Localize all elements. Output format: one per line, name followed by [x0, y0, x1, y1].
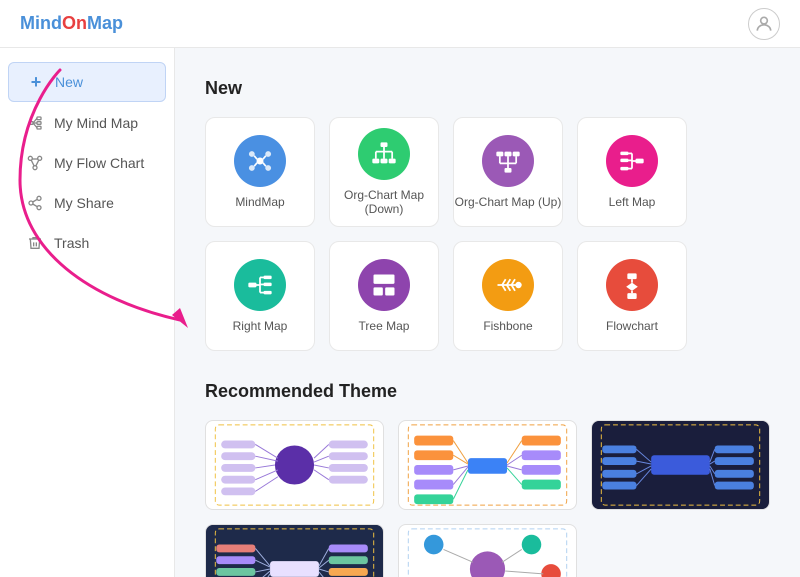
map-card-org-chart-down[interactable]: Org-Chart Map (Down) — [329, 117, 439, 227]
sidebar-item-my-share-label: My Share — [54, 195, 114, 211]
fishbone-label: Fishbone — [483, 319, 532, 333]
flow-chart-icon — [26, 154, 44, 172]
mindmap-icon — [26, 114, 44, 132]
sidebar-item-my-flow-chart-label: My Flow Chart — [54, 155, 144, 171]
logo-mind: Mind — [20, 13, 62, 34]
theme-card-3[interactable] — [591, 420, 770, 510]
recommended-theme-grid — [205, 420, 770, 577]
sidebar-item-my-flow-chart[interactable]: My Flow Chart — [8, 144, 166, 182]
sidebar-item-new-label: New — [55, 74, 83, 90]
theme-card-5[interactable] — [398, 524, 577, 577]
tree-map-icon — [358, 259, 410, 311]
logo-on: On — [62, 13, 87, 34]
fishbone-icon — [482, 259, 534, 311]
map-card-right-map[interactable]: Right Map — [205, 241, 315, 351]
theme-diagram-5 — [399, 525, 576, 577]
sidebar-item-new[interactable]: + New — [8, 62, 166, 102]
map-card-tree-map[interactable]: Tree Map — [329, 241, 439, 351]
map-card-org-chart-up[interactable]: Org-Chart Map (Up) — [453, 117, 563, 227]
org-chart-up-icon — [482, 135, 534, 187]
sidebar-item-trash[interactable]: Trash — [8, 224, 166, 262]
plus-icon: + — [27, 73, 45, 91]
logo[interactable]: MindOnMap — [20, 13, 123, 34]
map-card-mindmap[interactable]: MindMap — [205, 117, 315, 227]
map-type-grid: MindMap Org-C — [205, 117, 770, 351]
main-content: New MindM — [175, 48, 800, 577]
map-card-flowchart[interactable]: Flowchart — [577, 241, 687, 351]
right-map-icon — [234, 259, 286, 311]
recommended-section-title: Recommended Theme — [205, 381, 770, 402]
mindmap-card-label: MindMap — [235, 195, 284, 209]
map-card-left-map[interactable]: Left Map — [577, 117, 687, 227]
layout: + New My Mind Map — [0, 48, 800, 577]
logo-map: Map — [87, 13, 123, 34]
left-map-icon — [606, 135, 658, 187]
sidebar: + New My Mind Map — [0, 48, 175, 577]
sidebar-item-my-mind-map-label: My Mind Map — [54, 115, 138, 131]
org-chart-up-label: Org-Chart Map (Up) — [455, 195, 562, 209]
flowchart-icon — [606, 259, 658, 311]
org-chart-down-icon — [358, 128, 410, 180]
sidebar-item-trash-label: Trash — [54, 235, 89, 251]
org-chart-down-label: Org-Chart Map (Down) — [344, 188, 424, 216]
sidebar-item-my-share[interactable]: My Share — [8, 184, 166, 222]
theme-diagram-1 — [206, 421, 383, 509]
trash-icon — [26, 234, 44, 252]
theme-card-4[interactable] — [205, 524, 384, 577]
sidebar-item-my-mind-map[interactable]: My Mind Map — [8, 104, 166, 142]
user-avatar[interactable] — [748, 8, 780, 40]
flowchart-label: Flowchart — [606, 319, 658, 333]
theme-card-2[interactable] — [398, 420, 577, 510]
theme-diagram-3 — [592, 421, 769, 509]
theme-diagram-4 — [206, 525, 383, 577]
share-icon — [26, 194, 44, 212]
map-card-fishbone[interactable]: Fishbone — [453, 241, 563, 351]
left-map-label: Left Map — [609, 195, 656, 209]
theme-card-1[interactable] — [205, 420, 384, 510]
new-section-title: New — [205, 78, 770, 99]
tree-map-label: Tree Map — [359, 319, 410, 333]
theme-diagram-2 — [399, 421, 576, 509]
mindmap-card-icon — [234, 135, 286, 187]
header: MindOnMap — [0, 0, 800, 48]
right-map-label: Right Map — [233, 319, 288, 333]
